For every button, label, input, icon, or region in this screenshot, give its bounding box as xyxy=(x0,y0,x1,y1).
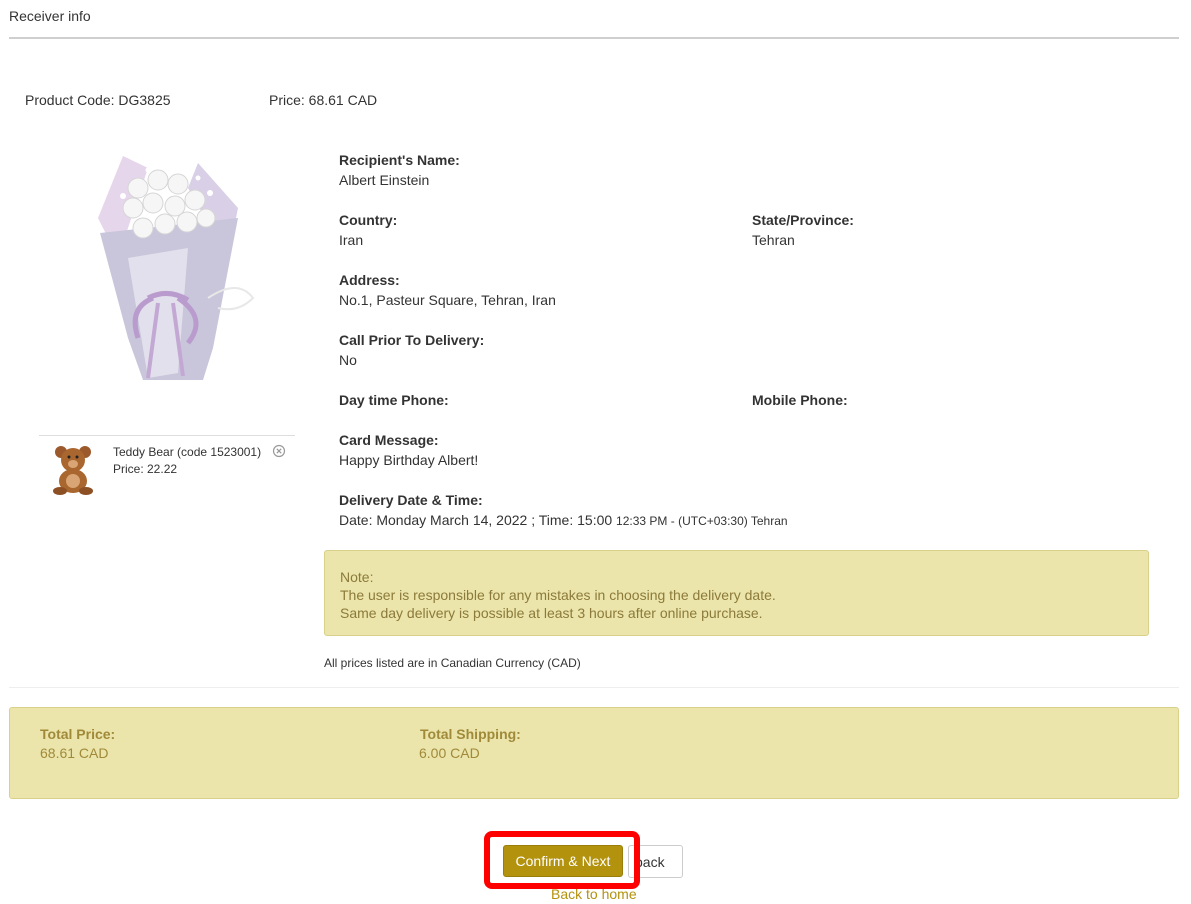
delivery-label: Delivery Date & Time: xyxy=(339,492,483,508)
recipient-name-value: Albert Einstein xyxy=(339,172,430,188)
state-value: Tehran xyxy=(752,232,795,248)
total-shipping-value: 6.00 CAD xyxy=(419,745,480,761)
title-divider xyxy=(9,37,1179,39)
confirm-next-button[interactable]: Confirm & Next xyxy=(503,845,623,877)
section-divider xyxy=(9,687,1179,688)
card-message-value: Happy Birthday Albert! xyxy=(339,452,479,468)
note-box: Note: The user is responsible for any mi… xyxy=(324,550,1149,636)
addon-divider xyxy=(39,435,295,436)
country-label: Country: xyxy=(339,212,398,228)
delivery-local-time: 12:33 PM - (UTC+03:30) Tehran xyxy=(616,514,788,528)
product-price: Price: 68.61 CAD xyxy=(269,92,378,108)
delivery-date-time: Date: Monday March 14, 2022 ; Time: 15:0… xyxy=(339,512,613,528)
teddy-bear-image xyxy=(53,446,93,495)
address-label: Address: xyxy=(339,272,400,288)
card-message-label: Card Message: xyxy=(339,432,439,448)
addon-name: Teddy Bear (code 1523001) xyxy=(113,445,262,459)
white-rose-bouquet-image xyxy=(98,156,255,380)
note-line-1: The user is responsible for any mistakes… xyxy=(340,587,776,603)
addon-info: Teddy Bear (code 1523001) Price: 22.22 xyxy=(113,444,263,478)
day-phone-label: Day time Phone: xyxy=(339,392,449,408)
product-code: Product Code: DG3825 xyxy=(25,92,171,108)
section-title: Receiver info xyxy=(9,8,91,24)
recipient-name-label: Recipient's Name: xyxy=(339,152,460,168)
back-to-home-link[interactable]: Back to home xyxy=(551,886,637,902)
state-label: State/Province: xyxy=(752,212,854,228)
total-price-value: 68.61 CAD xyxy=(40,745,109,761)
address-value: No.1, Pasteur Square, Tehran, Iran xyxy=(339,292,556,308)
call-prior-label: Call Prior To Delivery: xyxy=(339,332,485,348)
total-price-label: Total Price: xyxy=(40,726,116,742)
total-shipping-label: Total Shipping: xyxy=(420,726,521,742)
call-prior-value: No xyxy=(339,352,357,368)
note-line-2: Same day delivery is possible at least 3… xyxy=(340,605,763,621)
mobile-phone-label: Mobile Phone: xyxy=(752,392,848,408)
totals-box: Total Price: 68.61 CAD Total Shipping: 6… xyxy=(9,707,1179,799)
delivery-value: Date: Monday March 14, 2022 ; Time: 15:0… xyxy=(339,512,788,528)
note-title: Note: xyxy=(340,569,374,585)
circle-x-icon[interactable] xyxy=(272,444,286,458)
currency-note: All prices listed are in Canadian Curren… xyxy=(324,656,581,670)
country-value: Iran xyxy=(339,232,364,248)
addon-price: Price: 22.22 xyxy=(113,462,178,476)
